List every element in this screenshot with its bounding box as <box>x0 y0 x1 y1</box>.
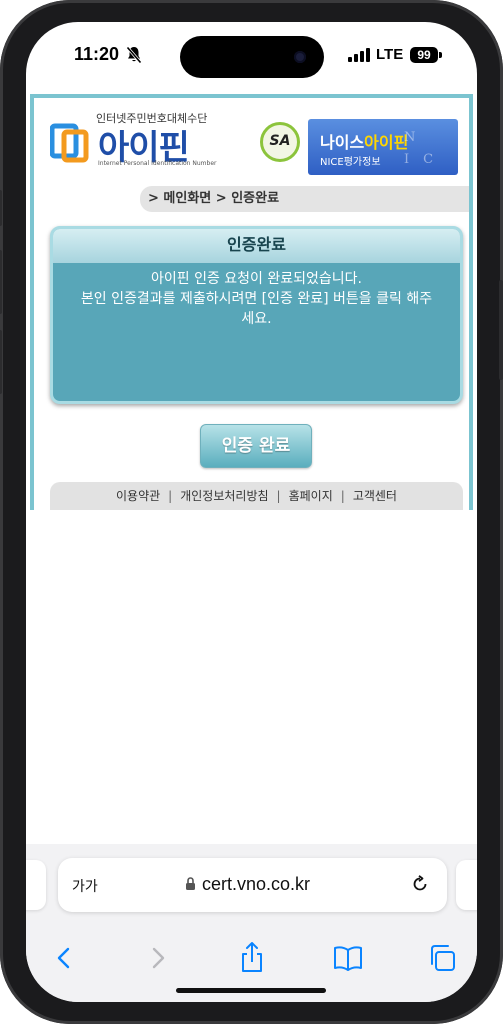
action-button <box>0 190 2 226</box>
panel-title: 인증완료 <box>53 229 460 263</box>
panel-message-line1: 아이핀 인증 요청이 완료되었습니다. <box>151 271 362 287</box>
front-camera-icon <box>294 51 306 63</box>
nice-title: 나이스아이핀 <box>320 129 408 153</box>
safari-nav-bar <box>26 940 477 976</box>
breadcrumb: > 메인화면 > 인증완료 <box>140 186 469 212</box>
web-content: 인터넷주민번호대체수단 아이핀 Internet Personal Identi… <box>30 94 473 510</box>
phone-screen: 11:20 LTE 99 인터넷주민번호대체수단 아이핀 Internet Pe… <box>26 22 477 1002</box>
sa-certification-badge: SA <box>260 122 300 162</box>
footer-link-homepage[interactable]: 홈페이지 <box>289 489 333 503</box>
completion-panel: 인증완료 아이핀 인증 요청이 완료되었습니다. 본인 인증결과를 제출하시려면… <box>50 226 463 404</box>
next-tab-preview[interactable] <box>456 860 477 910</box>
nice-title-prefix: 나이스 <box>320 133 365 152</box>
logo-english: Internet Personal Identification Number <box>98 160 217 167</box>
text-size-button[interactable]: 가가 <box>72 876 98 896</box>
site-header: 인터넷주민번호대체수단 아이핀 Internet Personal Identi… <box>34 98 469 189</box>
footer-link-terms[interactable]: 이용약관 <box>116 489 160 503</box>
safari-toolbar: 가가 cert.vno.co.kr <box>26 844 477 1002</box>
back-icon[interactable] <box>46 940 82 976</box>
phone-frame: 11:20 LTE 99 인터넷주민번호대체수단 아이핀 Internet Pe… <box>0 0 503 1024</box>
tabs-icon[interactable] <box>424 940 460 976</box>
lock-icon <box>186 877 195 890</box>
nice-title-accent: 아이핀 <box>364 133 409 152</box>
reload-icon[interactable] <box>410 874 430 894</box>
nice-ipin-banner: 나이스아이핀 NICE평가정보 NICE <box>308 119 458 189</box>
footer-separator: | <box>276 489 281 503</box>
forward-icon[interactable] <box>140 940 176 976</box>
home-indicator[interactable] <box>176 988 326 993</box>
footer-separator: | <box>340 489 345 503</box>
footer-links: 이용약관 | 개인정보처리방침 | 홈페이지 | 고객센터 <box>50 482 463 510</box>
power-button <box>499 280 503 380</box>
nice-watermark: NICE <box>404 130 448 189</box>
silent-bell-icon <box>126 46 142 64</box>
bookmarks-icon[interactable] <box>330 940 366 976</box>
footer-link-support[interactable]: 고객센터 <box>353 489 397 503</box>
share-icon[interactable] <box>234 940 270 976</box>
confirm-auth-button[interactable]: 인증 완료 <box>200 424 312 468</box>
volume-up-button <box>0 250 2 314</box>
status-bar: 11:20 LTE 99 <box>26 22 477 92</box>
panel-message: 아이핀 인증 요청이 완료되었습니다. 본인 인증결과를 제출하시려면 [인증 … <box>53 269 460 329</box>
battery-cap <box>439 52 442 58</box>
ipin-logo-icon <box>50 123 89 163</box>
network-type: LTE <box>376 46 404 63</box>
battery-icon: 99 <box>410 47 438 63</box>
panel-message-line2: 본인 인증결과를 제출하시려면 [인증 완료] 버튼을 클릭 해주세요. <box>80 291 433 327</box>
address-bar[interactable]: 가가 cert.vno.co.kr <box>58 858 447 912</box>
footer-separator: | <box>168 489 173 503</box>
previous-tab-preview[interactable] <box>26 860 46 910</box>
status-time: 11:20 <box>74 44 120 64</box>
url-text[interactable]: cert.vno.co.kr <box>202 874 310 895</box>
footer-link-privacy[interactable]: 개인정보처리방침 <box>180 489 268 503</box>
nice-subtitle: NICE평가정보 <box>320 157 381 168</box>
cellular-signal-icon <box>348 48 370 62</box>
volume-down-button <box>0 330 2 394</box>
